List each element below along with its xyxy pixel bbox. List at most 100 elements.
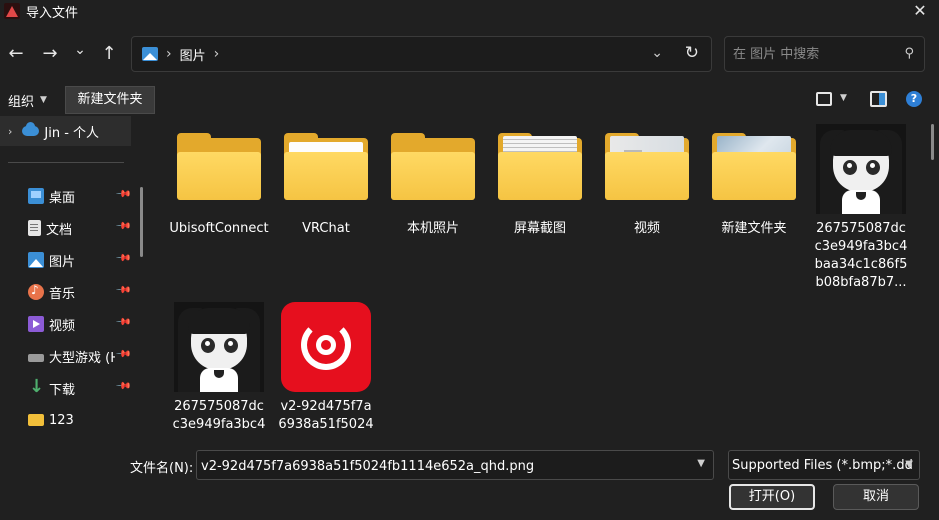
sidebar-item-documents[interactable]: 文档 📌 bbox=[0, 214, 131, 242]
organize-button[interactable]: 组织 ▼ bbox=[8, 90, 47, 110]
document-icon bbox=[28, 220, 41, 236]
sidebar-item-label: 下载 bbox=[49, 382, 76, 398]
file-name: 新建文件夹 bbox=[721, 221, 787, 236]
pin-icon: 📌 bbox=[114, 314, 132, 331]
address-bar[interactable]: › 图片 › ⌄ ↻ bbox=[131, 36, 712, 72]
file-item-folder[interactable]: 视频 bbox=[595, 124, 699, 238]
breadcrumb-pictures[interactable]: 图片 bbox=[180, 45, 206, 64]
sidebar-item-downloads[interactable]: 下载 📌 bbox=[0, 374, 131, 402]
navigation-bar: ← → ⌄ ↑ › 图片 › ⌄ ↻ ⚲ bbox=[0, 30, 939, 78]
pictures-icon bbox=[28, 252, 44, 268]
sidebar-item-label: 大型游戏 (H bbox=[49, 350, 115, 366]
open-button[interactable]: 打开(O) bbox=[729, 484, 815, 510]
search-input[interactable] bbox=[733, 45, 893, 63]
back-arrow-icon[interactable]: ← bbox=[4, 42, 28, 66]
view-options-caret-icon[interactable]: ▼ bbox=[840, 93, 847, 103]
app-logo-icon bbox=[4, 3, 20, 19]
sidebar-item-onedrive[interactable]: › Jin - 个人 bbox=[0, 116, 131, 146]
dialog-footer: 文件名(N): ▼ Supported Files (*.bmp;*.dd ▼ … bbox=[0, 436, 939, 520]
pin-icon: 📌 bbox=[114, 346, 132, 363]
folder-icon bbox=[709, 124, 799, 214]
folder-icon bbox=[602, 124, 692, 214]
recent-locations-chevron-icon[interactable]: ⌄ bbox=[68, 38, 92, 62]
pin-icon: 📌 bbox=[114, 186, 132, 203]
address-history-chevron-icon[interactable]: ⌄ bbox=[651, 45, 663, 61]
drive-icon bbox=[28, 354, 44, 362]
pin-icon: 📌 bbox=[114, 218, 132, 235]
download-icon bbox=[28, 376, 44, 397]
file-name: 视频 bbox=[633, 221, 660, 236]
sidebar-item-desktop[interactable]: 桌面 📌 bbox=[0, 182, 131, 210]
sidebar-item-videos[interactable]: 视频 📌 bbox=[0, 310, 131, 338]
filename-combobox[interactable]: ▼ bbox=[196, 450, 714, 480]
file-type-value: Supported Files (*.bmp;*.dd bbox=[732, 458, 912, 473]
expand-chevron-icon[interactable]: › bbox=[8, 125, 12, 138]
breadcrumb-separator-icon: › bbox=[166, 46, 172, 62]
navigation-pane: › Jin - 个人 桌面 📌 文档 📌 图片 📌 音乐 📌 视频 📌 大型游戏… bbox=[0, 116, 155, 436]
netease-music-logo-icon bbox=[281, 302, 371, 392]
pin-icon: 📌 bbox=[114, 378, 132, 395]
window-title: 导入文件 bbox=[26, 5, 79, 21]
caret-down-icon: ▼ bbox=[40, 95, 47, 105]
sidebar-item-123[interactable]: 123 bbox=[0, 406, 131, 434]
sidebar-item-label: 音乐 bbox=[49, 286, 76, 302]
image-thumbnail bbox=[816, 124, 906, 214]
file-item-folder[interactable]: VRChat bbox=[274, 124, 378, 238]
sidebar-item-label: 桌面 bbox=[49, 190, 76, 206]
chevron-down-icon[interactable]: ▼ bbox=[697, 458, 705, 469]
file-name: 本机照片 bbox=[406, 221, 459, 236]
cloud-icon bbox=[22, 122, 40, 136]
file-item-folder[interactable]: 新建文件夹 bbox=[702, 124, 806, 238]
filename-label: 文件名(N): bbox=[130, 461, 194, 476]
folder-icon bbox=[495, 124, 585, 214]
file-item-image[interactable]: 267575087dc c3e949fa3bc4 bbox=[167, 302, 271, 434]
cancel-button[interactable]: 取消 bbox=[833, 484, 919, 510]
file-name: UbisoftConnect bbox=[169, 221, 269, 236]
sidebar-item-label: 图片 bbox=[49, 254, 76, 270]
folder-icon bbox=[28, 414, 44, 426]
sidebar-item-label: 视频 bbox=[49, 318, 76, 334]
file-item-image[interactable]: 267575087dc c3e949fa3bc4 baa34c1c86f5 b0… bbox=[809, 124, 913, 292]
breadcrumb-separator-icon[interactable]: › bbox=[214, 46, 220, 62]
folder-icon bbox=[281, 124, 371, 214]
sidebar-divider bbox=[8, 162, 124, 163]
image-thumbnail bbox=[174, 302, 264, 392]
file-item-folder[interactable]: UbisoftConnect bbox=[167, 124, 271, 238]
file-item-folder[interactable]: 屏幕截图 bbox=[488, 124, 592, 238]
search-icon[interactable]: ⚲ bbox=[904, 46, 914, 61]
file-name: v2-92d475f7a 6938a51f5024 bbox=[278, 399, 374, 432]
desktop-icon bbox=[28, 188, 44, 204]
preview-pane-icon[interactable] bbox=[870, 91, 887, 107]
command-toolbar: 组织 ▼ 新建文件夹 ▼ ? bbox=[0, 86, 939, 114]
sidebar-item-games-drive[interactable]: 大型游戏 (H 📌 bbox=[0, 342, 131, 370]
forward-arrow-icon[interactable]: → bbox=[38, 42, 62, 66]
filename-input[interactable] bbox=[201, 457, 681, 475]
file-name: 屏幕截图 bbox=[513, 221, 566, 236]
up-arrow-icon[interactable]: ↑ bbox=[97, 42, 121, 66]
sidebar-item-label: 123 bbox=[49, 412, 74, 428]
pin-icon: 📌 bbox=[114, 250, 132, 267]
help-icon[interactable]: ? bbox=[906, 91, 922, 107]
sidebar-item-label: 文档 bbox=[46, 222, 73, 238]
search-box[interactable]: ⚲ bbox=[724, 36, 925, 72]
chevron-down-icon: ▼ bbox=[905, 459, 913, 470]
image-thumbnail bbox=[281, 302, 371, 392]
close-button[interactable]: ✕ bbox=[911, 2, 929, 20]
folder-icon bbox=[388, 124, 478, 214]
pin-icon: 📌 bbox=[114, 282, 132, 299]
file-name: 267575087dc c3e949fa3bc4 baa34c1c86f5 b0… bbox=[814, 221, 908, 290]
organize-label: 组织 bbox=[8, 94, 35, 110]
content-scrollbar[interactable] bbox=[931, 124, 934, 160]
file-item-image[interactable]: v2-92d475f7a 6938a51f5024 bbox=[274, 302, 378, 434]
file-type-select[interactable]: Supported Files (*.bmp;*.dd ▼ bbox=[728, 450, 920, 480]
sidebar-scrollbar[interactable] bbox=[140, 187, 143, 257]
sidebar-item-music[interactable]: 音乐 📌 bbox=[0, 278, 131, 306]
new-folder-button[interactable]: 新建文件夹 bbox=[65, 86, 155, 114]
video-icon bbox=[28, 316, 44, 332]
refresh-icon[interactable]: ↻ bbox=[685, 43, 699, 63]
file-name: 267575087dc c3e949fa3bc4 bbox=[172, 399, 266, 432]
sidebar-item-pictures[interactable]: 图片 📌 bbox=[0, 246, 131, 274]
file-item-folder[interactable]: 本机照片 bbox=[381, 124, 485, 238]
view-mode-icon[interactable] bbox=[816, 92, 832, 106]
sidebar-item-label: Jin - 个人 bbox=[44, 125, 100, 141]
